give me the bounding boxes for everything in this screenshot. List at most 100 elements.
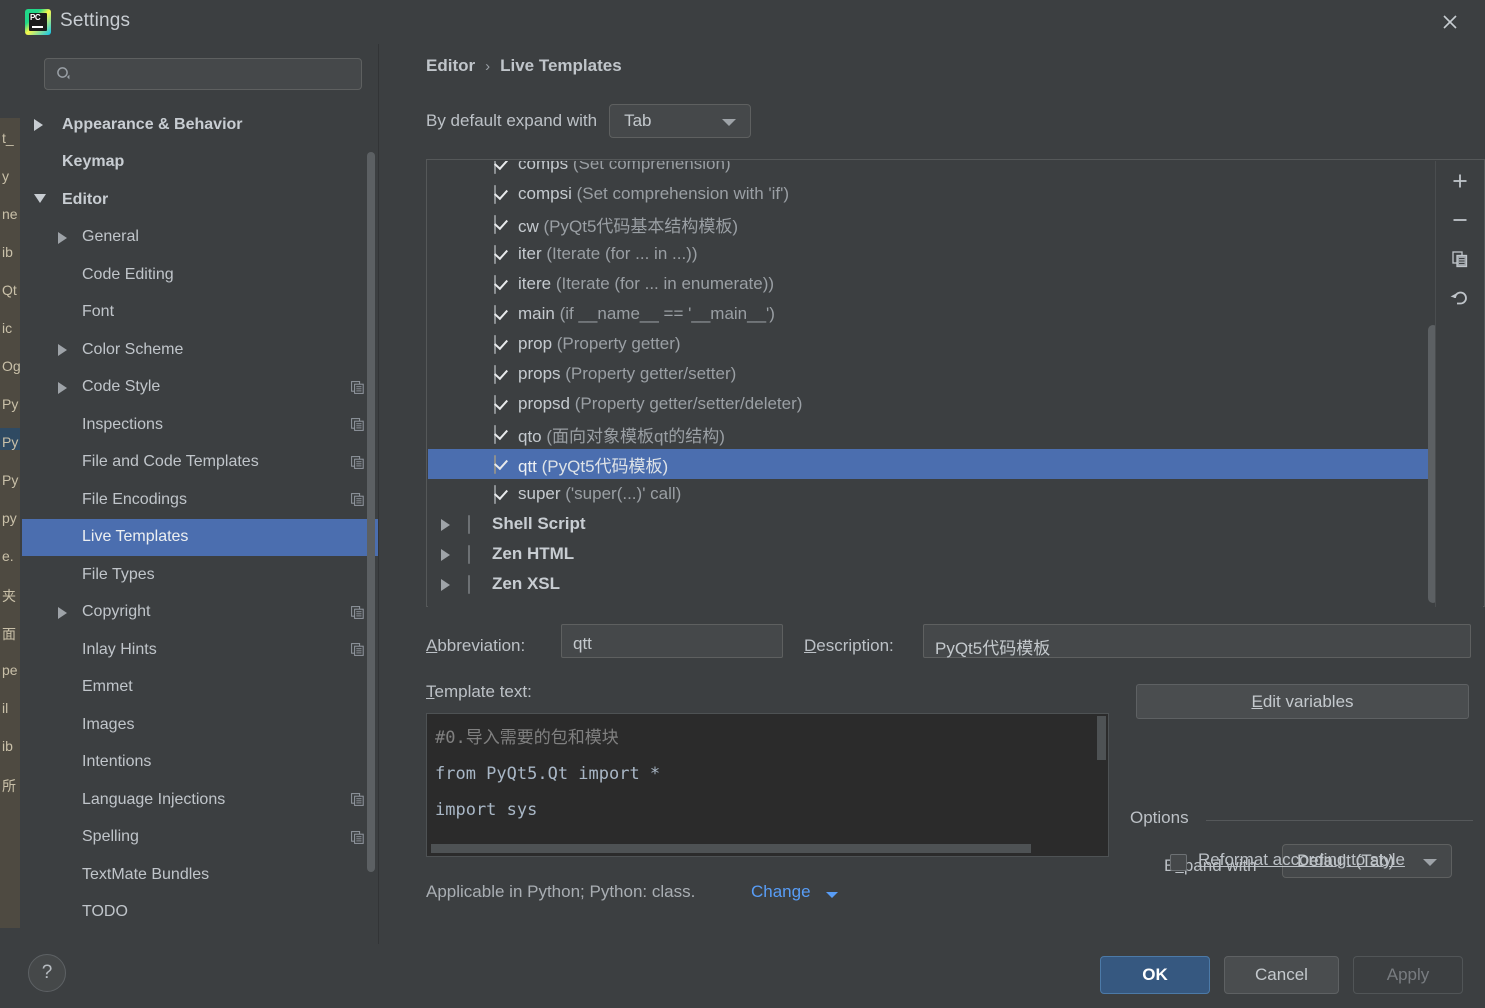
template-checkbox[interactable] (494, 395, 509, 414)
template-row[interactable]: iter (Iterate (for ... in ...)) (428, 239, 1437, 269)
template-group-row[interactable]: Zen XSL (428, 569, 1437, 599)
editor-hscrollbar-thumb[interactable] (431, 844, 1031, 853)
sidebar-item-file-encodings[interactable]: File Encodings (22, 481, 378, 519)
sidebar-item-label: Emmet (82, 678, 133, 696)
sidebar-item-code-editing[interactable]: Code Editing (22, 256, 378, 294)
template-abbreviation: comps (518, 161, 569, 173)
template-row[interactable]: prop (Property getter) (428, 329, 1437, 359)
template-checkbox[interactable] (468, 575, 483, 594)
sidebar-item-emmet[interactable]: Emmet (22, 669, 378, 707)
template-list[interactable]: comps (Set comprehension) compsi (Set com… (428, 161, 1437, 607)
sidebar-item-code-style[interactable]: Code Style (22, 369, 378, 407)
sidebar-item-images[interactable]: Images (22, 706, 378, 744)
search-field[interactable] (44, 58, 362, 92)
template-checkbox[interactable] (494, 185, 509, 204)
close-icon[interactable] (1427, 0, 1473, 44)
template-checkbox[interactable] (468, 545, 483, 564)
edit-variables-button[interactable]: Edit variables (1136, 684, 1469, 719)
restore-defaults-button[interactable] (1436, 278, 1483, 317)
sidebar-item-live-templates[interactable]: Live Templates (22, 518, 378, 556)
default-expand-combobox[interactable]: Tab (609, 104, 752, 138)
sidebar-scrollbar-thumb[interactable] (367, 152, 375, 872)
template-group-row[interactable]: Shell Script (428, 509, 1437, 539)
sidebar-item-label: Code Editing (82, 265, 174, 283)
sidebar-item-todo[interactable]: TODO (22, 894, 378, 932)
template-checkbox[interactable] (494, 485, 509, 504)
template-checkbox[interactable] (494, 335, 509, 354)
breadcrumb-parent[interactable]: Editor (426, 56, 475, 76)
template-group-row[interactable]: Zen HTML (428, 539, 1437, 569)
reformat-label[interactable]: Reformat according to style (1198, 850, 1405, 870)
template-row[interactable]: propsd (Property getter/setter/deleter) (428, 389, 1437, 419)
chevron-right-icon[interactable] (58, 344, 67, 356)
template-checkbox[interactable] (494, 455, 509, 474)
template-checkbox[interactable] (494, 305, 509, 324)
copy-settings-icon (351, 605, 364, 619)
chevron-right-icon[interactable] (34, 119, 43, 131)
sidebar-item-keymap[interactable]: Keymap (22, 144, 378, 182)
reformat-checkbox[interactable] (1170, 854, 1187, 871)
template-abbreviation: props (518, 364, 561, 383)
sidebar-item-inlay-hints[interactable]: Inlay Hints (22, 631, 378, 669)
help-button[interactable]: ? (28, 954, 66, 992)
chevron-right-icon[interactable] (441, 549, 450, 561)
template-checkbox[interactable] (494, 215, 509, 234)
template-row[interactable]: super ('super(...)' call) (428, 479, 1437, 509)
sidebar-item-inspections[interactable]: Inspections (22, 406, 378, 444)
sidebar-item-language-injections[interactable]: Language Injections (22, 781, 378, 819)
template-row[interactable]: comps (Set comprehension) (428, 161, 1437, 179)
change-context-link[interactable]: Change (751, 882, 811, 902)
sidebar-item-label: Images (82, 715, 135, 733)
template-row[interactable]: props (Property getter/setter) (428, 359, 1437, 389)
sidebar-item-label: Code Style (82, 378, 161, 396)
chevron-right-icon[interactable] (441, 579, 450, 591)
template-checkbox[interactable] (494, 161, 509, 174)
abbreviation-input[interactable] (561, 624, 783, 658)
chevron-down-icon[interactable] (826, 892, 838, 898)
duplicate-template-button[interactable] (1436, 239, 1483, 278)
template-checkbox[interactable] (494, 245, 509, 264)
template-abbreviation: propsd (518, 394, 570, 413)
sidebar-item-editor[interactable]: Editor (22, 181, 378, 219)
template-row[interactable]: main (if __name__ == '__main__') (428, 299, 1437, 329)
sidebar-item-intentions[interactable]: Intentions (22, 744, 378, 782)
sidebar-item-textmate-bundles[interactable]: TextMate Bundles (22, 856, 378, 894)
template-checkbox[interactable] (468, 515, 483, 534)
template-row[interactable]: qtt (PyQt5代码模板) (428, 449, 1437, 479)
template-checkbox[interactable] (494, 365, 509, 384)
add-template-button[interactable] (1436, 161, 1483, 200)
search-input[interactable] (84, 58, 348, 92)
chevron-right-icon[interactable] (58, 381, 67, 394)
search-icon (56, 66, 72, 82)
template-checkbox[interactable] (494, 275, 509, 294)
template-code-line-2: from PyQt5.Qt import * (435, 764, 661, 784)
template-row[interactable]: compsi (Set comprehension with 'if') (428, 179, 1437, 209)
background-tree-fragment: e. (2, 548, 14, 564)
ok-button[interactable]: OK (1100, 956, 1210, 994)
template-text-editor[interactable]: #0.导入需要的包和模块 from PyQt5.Qt import * impo… (426, 713, 1109, 857)
chevron-right-icon[interactable] (441, 519, 450, 531)
sidebar-item-copyright[interactable]: Copyright (22, 594, 378, 632)
template-checkbox[interactable] (494, 425, 509, 444)
sidebar-item-spelling[interactable]: Spelling (22, 819, 378, 857)
sidebar-item-label: File Encodings (82, 490, 187, 508)
template-row[interactable]: qto (面向对象模板qt的结构) (428, 419, 1437, 449)
options-group-divider (1206, 820, 1473, 821)
sidebar-item-file-types[interactable]: File Types (22, 556, 378, 594)
editor-vscrollbar-thumb[interactable] (1097, 716, 1106, 760)
apply-button[interactable]: Apply (1353, 956, 1463, 994)
sidebar-item-color-scheme[interactable]: Color Scheme (22, 331, 378, 369)
cancel-button[interactable]: Cancel (1224, 956, 1339, 994)
breadcrumb: Editor › Live Templates (426, 56, 622, 76)
remove-template-button[interactable] (1436, 200, 1483, 239)
sidebar-item-general[interactable]: General (22, 219, 378, 257)
template-row[interactable]: cw (PyQt5代码基本结构模板) (428, 209, 1437, 239)
template-row[interactable]: itere (Iterate (for ... in enumerate)) (428, 269, 1437, 299)
chevron-down-icon[interactable] (34, 194, 46, 203)
applicable-context-text: Applicable in Python; Python: class. (426, 882, 696, 901)
chevron-right-icon[interactable] (58, 606, 67, 619)
chevron-right-icon[interactable] (58, 231, 67, 244)
sidebar-item-font[interactable]: Font (22, 294, 378, 332)
sidebar-item-appearance-behavior[interactable]: Appearance & Behavior (22, 106, 378, 144)
sidebar-item-file-and-code-templates[interactable]: File and Code Templates (22, 444, 378, 482)
